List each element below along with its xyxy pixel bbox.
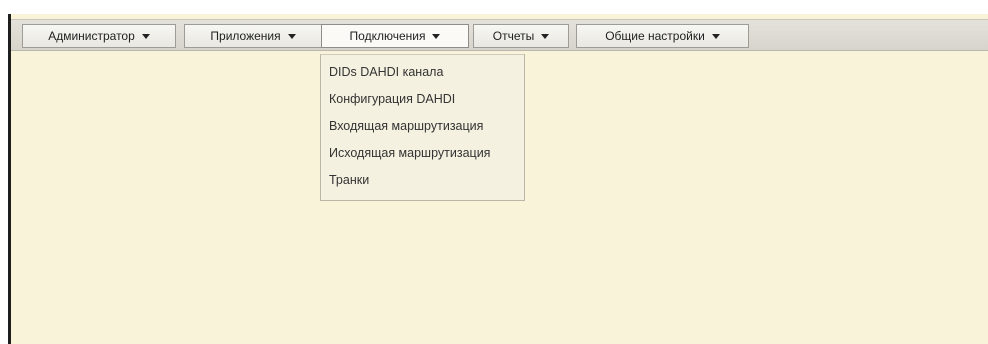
- chevron-down-icon: [287, 34, 296, 39]
- menu-label: Администратор: [48, 29, 135, 43]
- dropdown-item-inbound-routing[interactable]: Входящая маршрутизация: [321, 113, 524, 140]
- menu-label: Общие настройки: [605, 29, 705, 43]
- dropdown-item-outbound-routing[interactable]: Исходящая маршрутизация: [321, 140, 524, 167]
- menu-administrator-button[interactable]: Администратор: [22, 24, 176, 48]
- menu-reports-button[interactable]: Отчеты: [473, 24, 569, 48]
- connections-dropdown-menu: DIDs DAHDI канала Конфигурация DAHDI Вхо…: [320, 54, 525, 201]
- top-menu-bar: Администратор Приложения Подключения Отч…: [11, 19, 988, 51]
- menu-label: Приложения: [210, 29, 281, 43]
- menu-label: Подключения: [349, 29, 426, 43]
- menu-applications-button[interactable]: Приложения: [184, 24, 322, 48]
- chevron-down-icon: [541, 34, 550, 39]
- dropdown-item-dahdi-configuration[interactable]: Конфигурация DAHDI: [321, 86, 524, 113]
- window-left-border: [8, 14, 11, 344]
- chevron-down-icon: [711, 34, 720, 39]
- dropdown-item-trunks[interactable]: Транки: [321, 167, 524, 194]
- menu-label: Отчеты: [492, 29, 535, 43]
- menu-general-settings-button[interactable]: Общие настройки: [576, 24, 749, 48]
- menu-connections-button[interactable]: Подключения: [321, 24, 469, 48]
- application-window: Администратор Приложения Подключения Отч…: [0, 0, 988, 344]
- chevron-down-icon: [432, 34, 441, 39]
- dropdown-item-dahdi-channel-dids[interactable]: DIDs DAHDI канала: [321, 59, 524, 86]
- chevron-down-icon: [141, 34, 150, 39]
